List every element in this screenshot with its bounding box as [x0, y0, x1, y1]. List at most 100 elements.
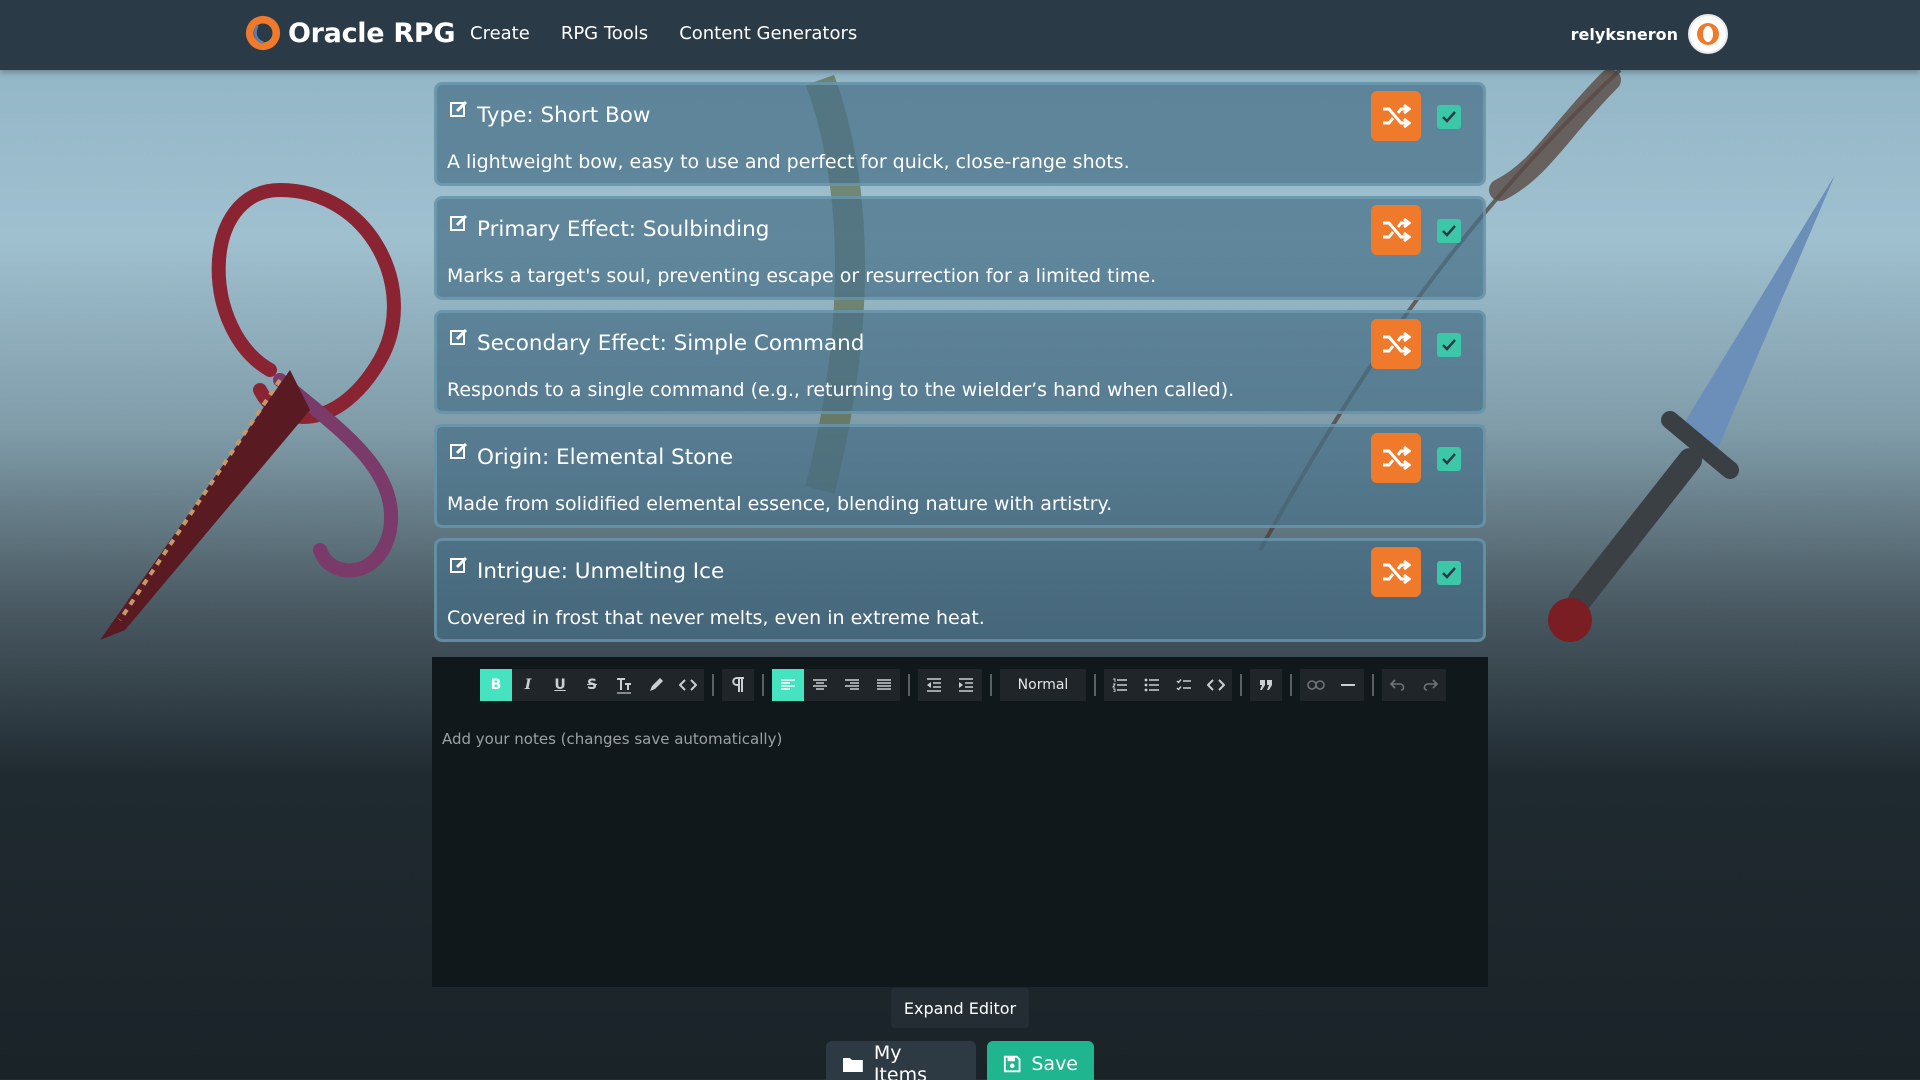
nav-link-create[interactable]: Create [470, 23, 530, 44]
checkmark-icon [1442, 339, 1456, 351]
nav-link-rpg-tools[interactable]: RPG Tools [561, 23, 648, 44]
toolbar-divider [712, 674, 714, 696]
shuffle-icon [1383, 559, 1411, 585]
edit-icon[interactable] [449, 441, 469, 461]
card-title: Type: Short Bow [477, 103, 651, 128]
notes-editor: B I U S Normal Add your notes (changes s… [432, 657, 1488, 987]
my-items-button[interactable]: My Items [826, 1041, 976, 1080]
card-description: Covered in frost that never melts, even … [447, 607, 985, 629]
align-right-button[interactable] [836, 669, 868, 701]
bold-button[interactable]: B [480, 669, 512, 701]
card-title: Intrigue: Unmelting Ice [477, 559, 725, 584]
avatar[interactable] [1688, 14, 1728, 54]
card-title: Secondary Effect: Simple Command [477, 331, 865, 356]
bullet-list-button[interactable] [1136, 669, 1168, 701]
editor-toolbar: B I U S Normal [480, 669, 1446, 701]
text-size-icon [617, 678, 631, 694]
font-size-button[interactable] [608, 669, 640, 701]
nav-link-content-generators[interactable]: Content Generators [679, 23, 857, 44]
top-navbar: Oracle RPG Create RPG Tools Content Gene… [0, 0, 1920, 70]
lock-checkbox[interactable] [1437, 105, 1461, 129]
toolbar-divider [1240, 674, 1242, 696]
code-block-button[interactable] [1200, 669, 1232, 701]
attribute-card-origin: Origin: Elemental Stone Made from solidi… [434, 424, 1486, 528]
redo-icon [1423, 679, 1438, 691]
nav-links: Create RPG Tools Content Generators [470, 23, 857, 44]
code-icon [679, 679, 697, 691]
lock-checkbox[interactable] [1437, 219, 1461, 243]
link-button[interactable] [1300, 669, 1332, 701]
shuffle-button[interactable] [1371, 319, 1421, 369]
align-left-button[interactable] [772, 669, 804, 701]
user-menu[interactable]: relyksneron [1571, 14, 1728, 54]
save-button[interactable]: Save [987, 1041, 1094, 1080]
toolbar-divider [762, 674, 764, 696]
italic-button[interactable]: I [512, 669, 544, 701]
horizontal-rule-button[interactable] [1332, 669, 1364, 701]
checkmark-icon [1442, 453, 1456, 465]
checklist-icon [1176, 679, 1191, 691]
my-items-label: My Items [873, 1042, 927, 1080]
numbered-list-icon [1112, 678, 1127, 692]
attribute-card-secondary-effect: Secondary Effect: Simple Command Respond… [434, 310, 1486, 414]
card-description: Marks a target's soul, preventing escape… [447, 265, 1157, 287]
inline-code-button[interactable] [672, 669, 704, 701]
lock-checkbox[interactable] [1437, 447, 1461, 471]
align-justify-button[interactable] [868, 669, 900, 701]
horizontal-rule-icon [1341, 684, 1355, 686]
toolbar-divider [1372, 674, 1374, 696]
edit-icon[interactable] [449, 555, 469, 575]
strikethrough-button[interactable]: S [576, 669, 608, 701]
outdent-button[interactable] [918, 669, 950, 701]
check-list-button[interactable] [1168, 669, 1200, 701]
lock-checkbox[interactable] [1437, 561, 1461, 585]
numbered-list-button[interactable] [1104, 669, 1136, 701]
item-attribute-cards: Type: Short Bow A lightweight bow, easy … [434, 82, 1486, 652]
align-left-icon [781, 679, 795, 690]
paragraph-icon [732, 677, 744, 692]
align-right-icon [845, 679, 859, 690]
block-type-select[interactable]: Normal [1000, 669, 1086, 701]
checkmark-icon [1442, 225, 1456, 237]
shuffle-button[interactable] [1371, 205, 1421, 255]
lock-checkbox[interactable] [1437, 333, 1461, 357]
checkmark-icon [1442, 111, 1456, 123]
toolbar-divider [1290, 674, 1292, 696]
clear-format-button[interactable] [722, 669, 754, 701]
card-description: A lightweight bow, easy to use and perfe… [447, 151, 1130, 173]
attribute-card-primary-effect: Primary Effect: Soulbinding Marks a targ… [434, 196, 1486, 300]
link-icon [1307, 680, 1325, 690]
card-description: Responds to a single command (e.g., retu… [447, 379, 1235, 401]
notes-input[interactable]: Add your notes (changes save automatical… [442, 730, 782, 748]
toolbar-divider [990, 674, 992, 696]
align-center-button[interactable] [804, 669, 836, 701]
card-title: Origin: Elemental Stone [477, 445, 734, 470]
redo-button[interactable] [1414, 669, 1446, 701]
checkmark-icon [1442, 567, 1456, 579]
brand-name: Oracle RPG [288, 17, 456, 49]
edit-icon[interactable] [449, 327, 469, 347]
quote-button[interactable] [1250, 669, 1282, 701]
undo-button[interactable] [1382, 669, 1414, 701]
highlight-button[interactable] [640, 669, 672, 701]
shuffle-icon [1383, 103, 1411, 129]
shuffle-button[interactable] [1371, 433, 1421, 483]
code-block-icon [1207, 679, 1225, 691]
align-justify-icon [877, 679, 891, 690]
save-label: Save [1031, 1053, 1078, 1075]
shuffle-button[interactable] [1371, 547, 1421, 597]
brand-link[interactable]: Oracle RPG [244, 14, 456, 52]
dagger-art [1548, 175, 1835, 642]
edit-icon[interactable] [449, 99, 469, 119]
underline-button[interactable]: U [544, 669, 576, 701]
expand-editor-button[interactable]: Expand Editor [891, 988, 1029, 1028]
quote-icon [1260, 680, 1272, 690]
indent-icon [959, 678, 973, 692]
align-center-icon [813, 679, 827, 690]
edit-icon[interactable] [449, 213, 469, 233]
toolbar-divider [1094, 674, 1096, 696]
indent-button[interactable] [950, 669, 982, 701]
bullet-list-icon [1144, 678, 1159, 692]
shuffle-button[interactable] [1371, 91, 1421, 141]
floppy-disk-icon [1003, 1055, 1021, 1073]
